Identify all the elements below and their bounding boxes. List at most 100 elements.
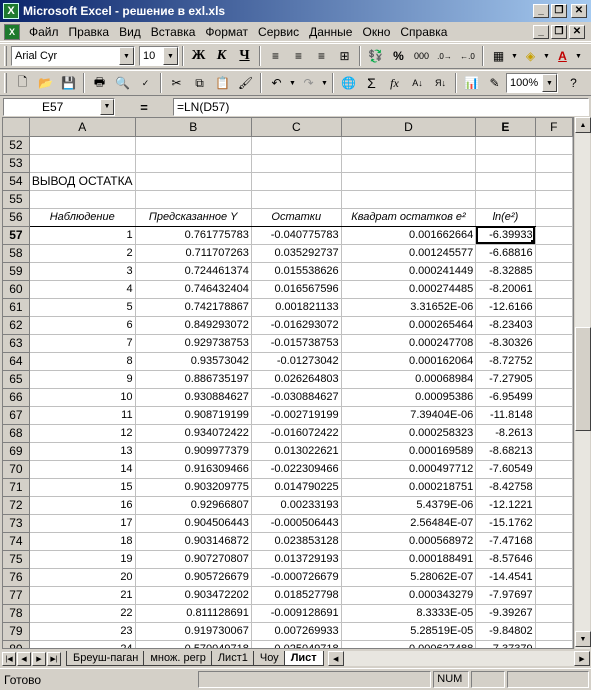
cell-a[interactable] [29,154,136,173]
row-header[interactable]: 54 [3,172,30,191]
align-right-icon[interactable]: ≡ [310,45,333,67]
cell-f[interactable] [535,406,573,425]
cell-f[interactable] [535,316,573,335]
doc-close-button[interactable]: ✕ [569,24,585,39]
cell-a[interactable]: 22 [29,604,136,623]
cell-a[interactable]: 16 [29,496,136,515]
sheet-tab-breusch-pagan[interactable]: Бреуш-паган [66,651,146,666]
scroll-up-icon[interactable]: ▲ [575,117,591,133]
menu-help[interactable]: Справка [395,25,452,39]
cell-e[interactable]: -7.27905 [475,370,536,389]
last-sheet-icon[interactable]: ▶| [47,651,61,666]
cell-c[interactable]: 0.007269933 [251,622,342,641]
cell-d[interactable]: 5.28519E-05 [341,622,477,641]
cell-b[interactable]: Предсказанное Y [135,208,252,227]
cell-f[interactable] [535,226,573,245]
cell-d[interactable]: 0.000627488 [341,640,477,648]
cell-e[interactable]: -8.32885 [475,262,536,281]
cut-icon[interactable]: ✂ [165,72,188,94]
bold-button[interactable]: Ж [187,45,210,67]
cell-e[interactable]: -8.68213 [475,442,536,461]
cell-c[interactable] [251,154,342,173]
row-header[interactable]: 76 [3,568,30,587]
minimize-button[interactable]: _ [533,4,549,18]
help-icon[interactable]: ? [562,72,585,94]
vertical-scroll-thumb[interactable] [575,327,591,431]
cell-a[interactable]: 12 [29,424,136,443]
cell-a[interactable]: 23 [29,622,136,641]
chevron-down-icon[interactable]: ▼ [542,74,557,92]
cell-d[interactable]: 0.000241449 [341,262,477,281]
chevron-down-icon[interactable]: ▼ [574,53,583,60]
cell-d[interactable]: 0.000162064 [341,352,477,371]
sort-descending-icon[interactable]: Я↓ [429,72,452,94]
cell-e[interactable]: -8.72752 [475,352,536,371]
cell-b[interactable]: 0.746432404 [135,280,252,299]
cell-c[interactable]: 0.00233193 [251,496,342,515]
scroll-left-icon[interactable]: ◀ [327,651,344,666]
increase-decimal-icon[interactable]: .0→ [433,45,456,67]
decrease-decimal-icon[interactable]: ←.0 [456,45,479,67]
cell-e[interactable]: -15.1762 [475,514,536,533]
sheet-tab-chow[interactable]: Чоу [252,651,286,666]
cell-c[interactable]: 0.013729193 [251,550,342,569]
cell-f[interactable] [535,208,573,227]
spelling-icon[interactable]: ✓ [134,72,157,94]
cell-d[interactable] [341,190,477,209]
menu-insert[interactable]: Вставка [146,25,201,39]
cell-c[interactable]: 0.015538626 [251,262,342,281]
cell-b[interactable]: 0.903146872 [135,532,252,551]
cell-e[interactable]: ln(e²) [475,208,536,227]
cell-f[interactable] [535,136,573,155]
cell-a[interactable]: 20 [29,568,136,587]
cell-f[interactable] [535,352,573,371]
column-header-c[interactable]: C [251,118,342,137]
cell-f[interactable] [535,190,573,209]
cell-b[interactable]: 0.811128691 [135,604,252,623]
cell-d[interactable]: 7.39404E-06 [341,406,477,425]
cell-b[interactable] [135,154,252,173]
cell-b[interactable] [135,190,252,209]
cell-c[interactable]: -0.040775783 [251,226,342,245]
row-header[interactable]: 59 [3,262,30,281]
cell-b[interactable]: 0.929738753 [135,334,252,353]
cell-e[interactable]: -9.39267 [475,604,536,623]
cell-c[interactable]: 0.035292737 [251,244,342,263]
cell-b[interactable]: 0.934072422 [135,424,252,443]
row-header[interactable]: 78 [3,604,30,623]
cell-e[interactable]: -11.8148 [475,406,536,425]
undo-icon[interactable]: ↶ [265,72,288,94]
row-header[interactable]: 66 [3,388,30,407]
menu-view[interactable]: Вид [114,25,146,39]
select-all-corner[interactable] [3,118,30,137]
cell-d[interactable] [341,172,477,191]
cell-d[interactable]: 3.31652E-06 [341,298,477,317]
currency-icon[interactable]: 💱 [364,45,387,67]
cell-e[interactable] [475,172,536,191]
cell-c[interactable]: -0.016072422 [251,424,342,443]
percent-button[interactable]: % [387,45,410,67]
worksheet-grid[interactable]: A B C D E F 52 53 54 ВЫВОД ОСТАТКА 55 56 Наблю… [2,117,574,649]
cell-e[interactable]: -6.68816 [475,244,536,263]
cell-a[interactable]: 11 [29,406,136,425]
scroll-down-icon[interactable]: ▼ [575,631,591,647]
vertical-scrollbar[interactable]: ▲ ▼ [574,117,591,649]
menu-tools[interactable]: Сервис [253,25,304,39]
thousands-separator-button[interactable]: 000 [410,45,433,67]
row-header[interactable]: 72 [3,496,30,515]
cell-b[interactable] [135,172,252,191]
cell-c[interactable]: -0.000506443 [251,514,342,533]
cell-e[interactable]: -7.97697 [475,586,536,605]
chevron-down-icon[interactable]: ▼ [542,53,551,60]
cell-d[interactable]: 0.000218751 [341,478,477,497]
cell-c[interactable]: 0.018527798 [251,586,342,605]
cell-c[interactable]: Остатки [251,208,342,227]
horizontal-scrollbar[interactable]: ◀ ▶ [327,651,590,666]
cell-d[interactable]: Квадрат остатков e² [341,208,477,227]
cell-b[interactable]: 0.886735197 [135,370,252,389]
cell-e[interactable]: -7.37379 [475,640,536,648]
cell-a[interactable]: 2 [29,244,136,263]
cell-e[interactable]: -8.57646 [475,550,536,569]
chart-wizard-icon[interactable]: 📊 [460,72,483,94]
new-document-icon[interactable]: 🗋 [11,72,34,94]
